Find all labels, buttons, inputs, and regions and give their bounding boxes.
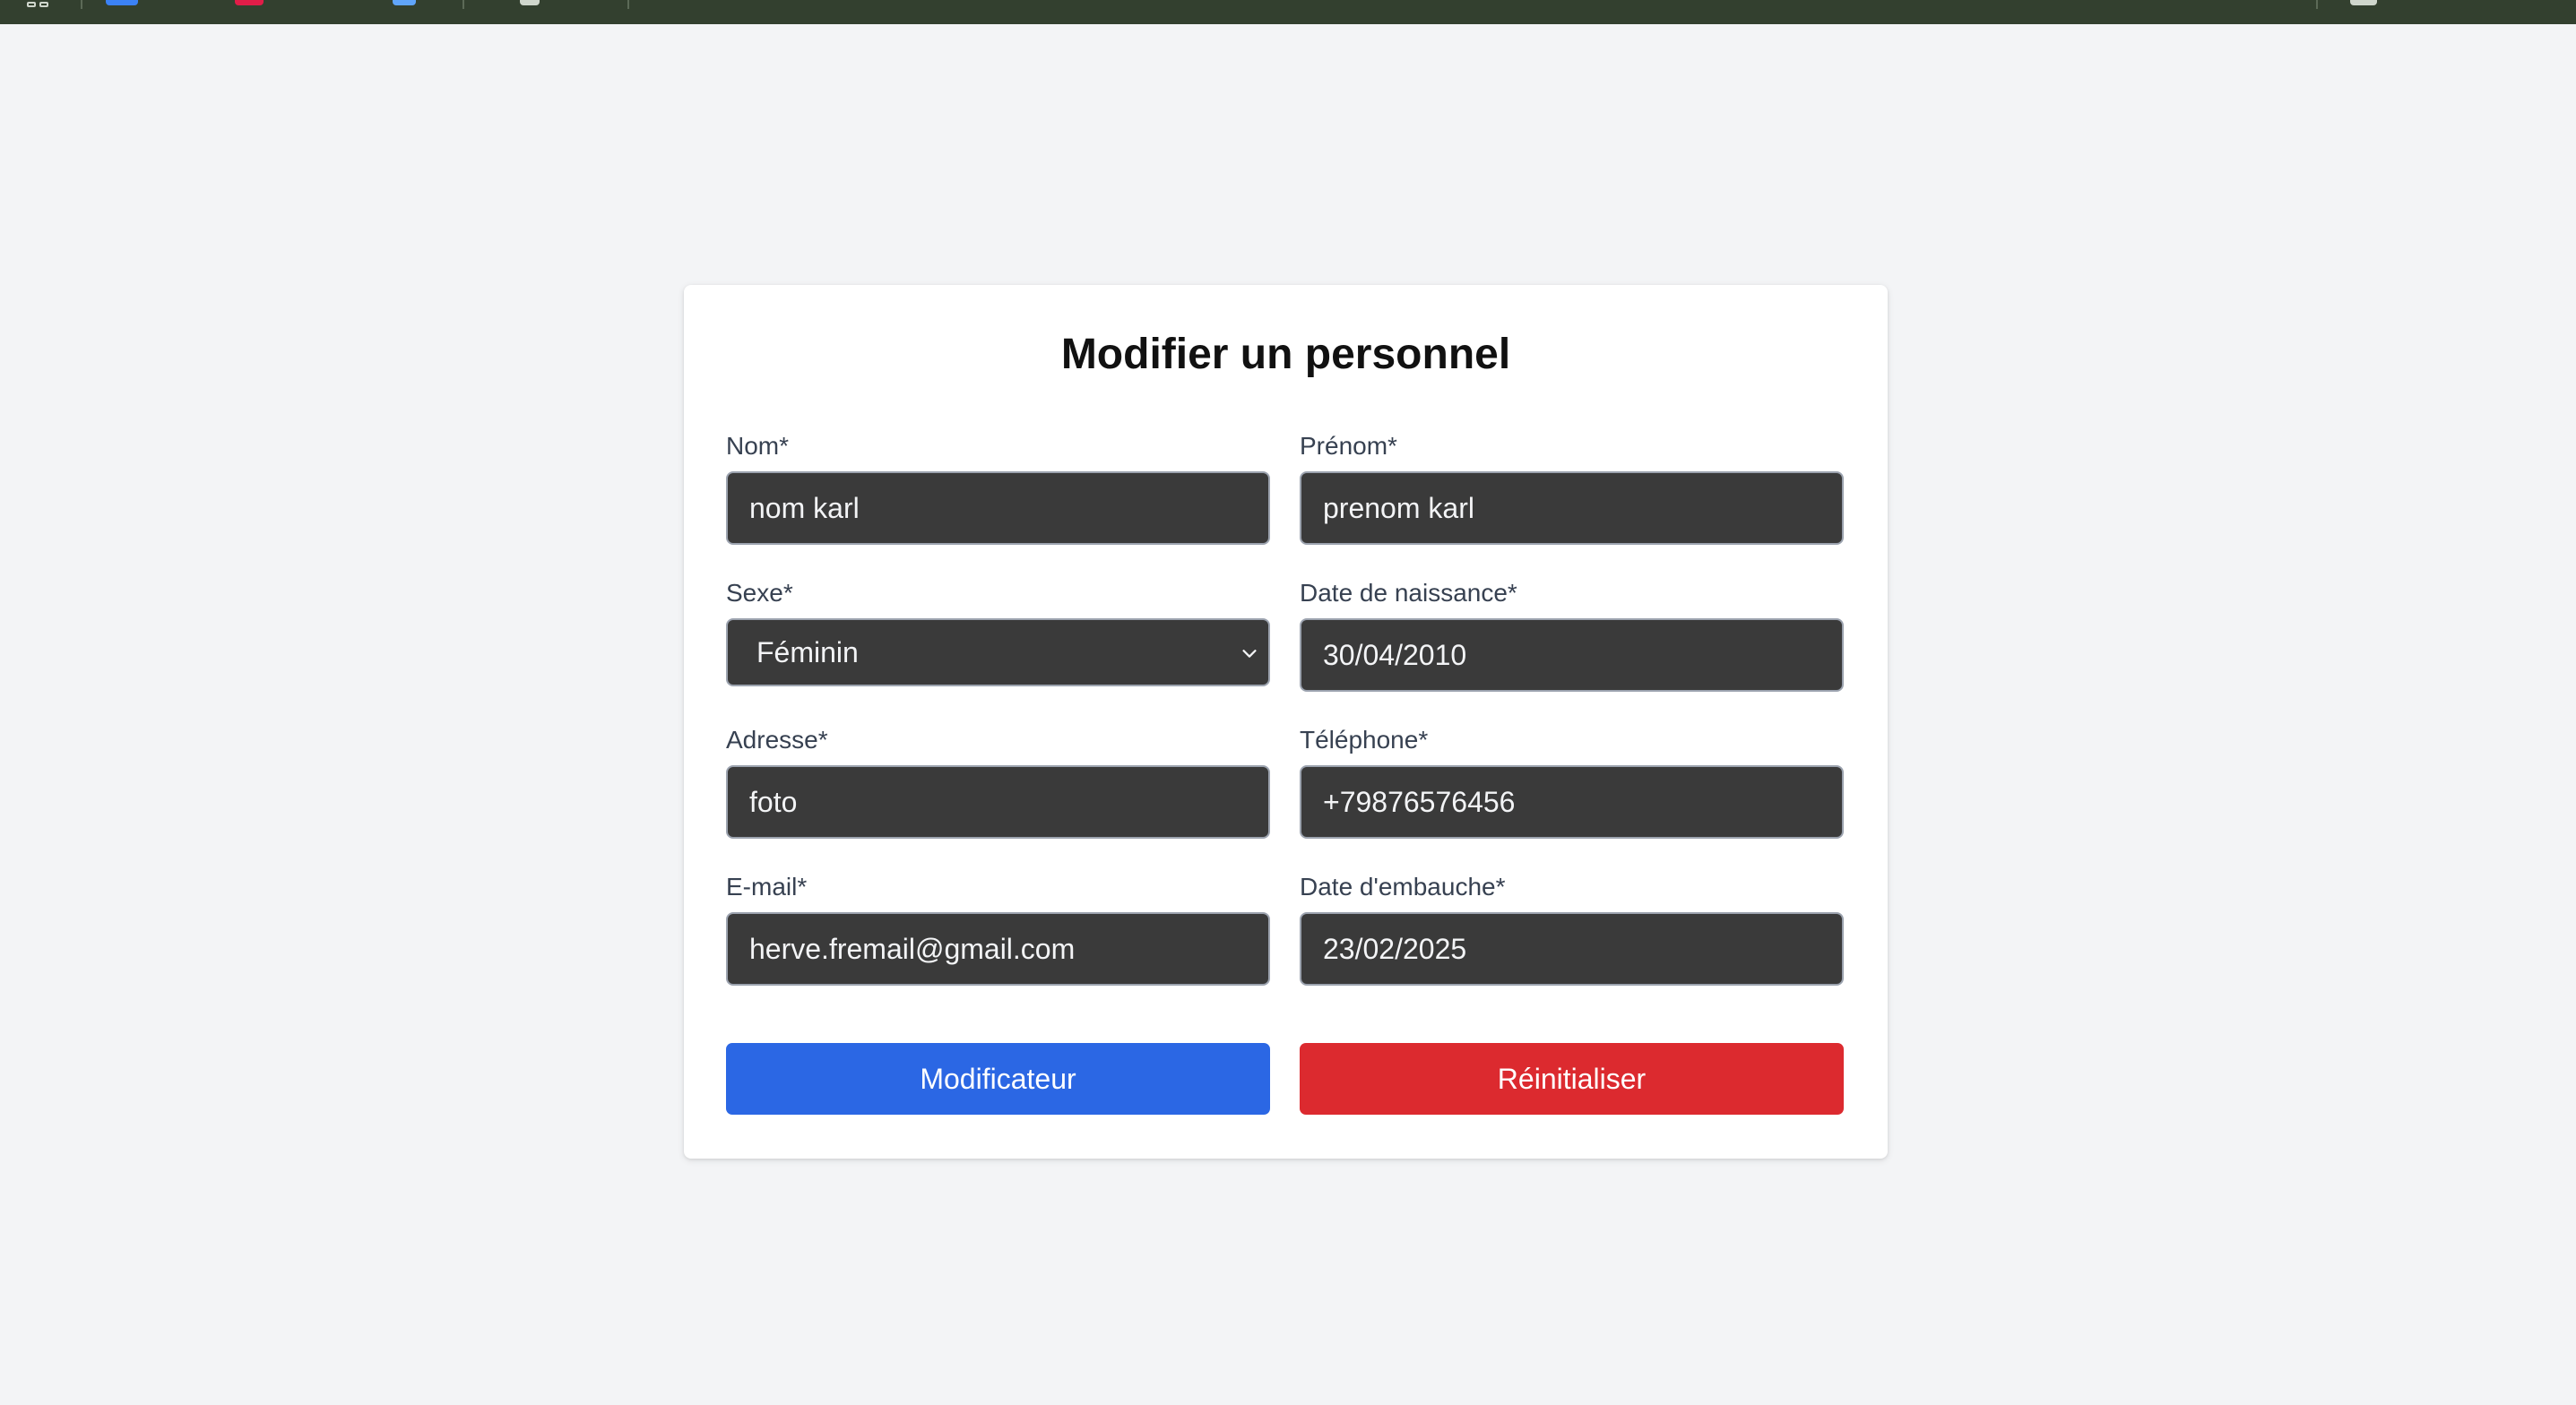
bookmark-separator (462, 0, 464, 9)
sexe-selected-value: Féminin (756, 636, 859, 668)
folder-icon[interactable] (2350, 0, 2377, 5)
edit-personnel-card: Modifier un personnel Nom* nom karl Prén… (684, 285, 1888, 1159)
nom-field: Nom* nom karl (726, 431, 1270, 545)
telephone-label: Téléphone* (1300, 726, 1429, 754)
nom-label: Nom* (726, 432, 790, 460)
bookmark-separator (627, 0, 629, 9)
browser-bookmarks-bar (0, 0, 2576, 24)
sexe-field: Sexe* Féminin (726, 578, 1270, 686)
email-label: E-mail* (726, 873, 808, 901)
nom-input[interactable]: nom karl (726, 471, 1270, 545)
reset-button[interactable]: Réinitialiser (1300, 1043, 1844, 1115)
modify-button[interactable]: Modificateur (726, 1043, 1270, 1115)
chevron-down-icon (1242, 650, 1257, 658)
bookmark-separator (2316, 0, 2318, 9)
bookmark-favicon-icon[interactable] (106, 0, 138, 5)
bookmark-favicon-icon[interactable] (520, 0, 540, 5)
apps-grid-icon[interactable] (27, 2, 52, 20)
prenom-field: Prénom* prenom karl (1300, 431, 1844, 545)
date-naissance-input[interactable]: 30/04/2010 (1300, 618, 1844, 692)
date-embauche-label: Date d'embauche* (1300, 873, 1506, 901)
date-embauche-input[interactable]: 23/02/2025 (1300, 912, 1844, 986)
adresse-label: Adresse* (726, 726, 828, 754)
prenom-input[interactable]: prenom karl (1300, 471, 1844, 545)
date-naissance-label: Date de naissance* (1300, 579, 1517, 607)
sexe-select[interactable]: Féminin (726, 618, 1270, 686)
prenom-label: Prénom* (1300, 432, 1397, 460)
date-naissance-field: Date de naissance* 30/04/2010 (1300, 578, 1844, 692)
email-field: E-mail* herve.fremail@gmail.com (726, 872, 1270, 986)
bookmark-favicon-icon[interactable] (393, 0, 416, 5)
date-embauche-field: Date d'embauche* 23/02/2025 (1300, 872, 1844, 986)
page-title: Modifier un personnel (1060, 331, 1511, 378)
bookmark-favicon-icon[interactable] (235, 0, 264, 5)
adresse-input[interactable]: foto (726, 765, 1270, 839)
telephone-input[interactable]: +79876576456 (1300, 765, 1844, 839)
email-input[interactable]: herve.fremail@gmail.com (726, 912, 1270, 986)
telephone-field: Téléphone* +79876576456 (1300, 725, 1844, 839)
adresse-field: Adresse* foto (726, 725, 1270, 839)
bookmark-separator (81, 0, 82, 9)
sexe-label: Sexe* (726, 579, 793, 607)
